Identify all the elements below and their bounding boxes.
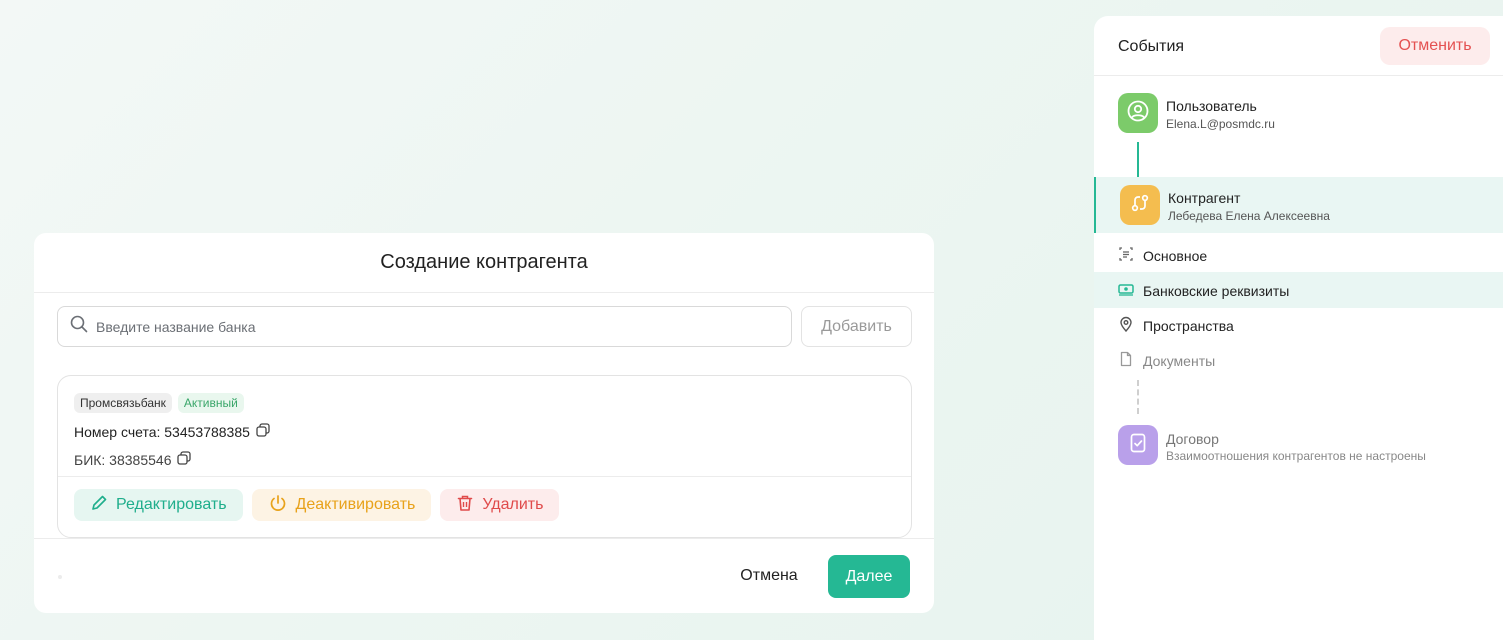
swap-icon (1128, 191, 1152, 220)
pencil-icon (90, 494, 108, 517)
nav-item-main-label: Основное (1143, 247, 1208, 264)
search-icon (70, 315, 88, 338)
sidebar-title: События (1118, 38, 1185, 55)
user-icon (1126, 99, 1150, 128)
nav-item-bank-label: Банковские реквизиты (1143, 282, 1290, 299)
money-icon (1118, 281, 1134, 300)
contract-avatar (1118, 425, 1158, 465)
counterparty-avatar (1120, 185, 1160, 225)
delete-label: Удалить (482, 496, 544, 513)
power-icon (268, 493, 288, 518)
card-divider (58, 476, 911, 477)
bank-name-badge: Промсвязьбанк (74, 393, 172, 413)
bank-search-row: Добавить (57, 306, 912, 347)
copy-icon[interactable] (177, 451, 192, 468)
bank-card: Промсвязьбанк Активный Номер счета: 5345… (57, 375, 912, 538)
counterparty-name: Лебедева Елена Алексеевна (1168, 209, 1330, 223)
edit-label: Редактировать (116, 496, 227, 513)
contract-event-label: Договор (1166, 431, 1219, 447)
document-check-icon (1126, 431, 1150, 460)
events-sidebar: События Отменить Пользователь Elena.L@po… (1094, 16, 1503, 640)
bank-card-actions: Редактировать Деактивировать Удалить (74, 489, 560, 521)
timeline-connector (1137, 142, 1139, 179)
file-icon (1118, 351, 1134, 370)
bik-row: БИК: 38385546 (74, 451, 192, 468)
nav-item-spaces-label: Пространства (1143, 317, 1234, 334)
nav-item-main[interactable]: Основное (1118, 246, 1207, 265)
nav-item-documents-label: Документы (1143, 352, 1216, 369)
cancel-button[interactable]: Отмена (724, 555, 814, 597)
list-icon (1118, 246, 1134, 265)
user-email: Elena.L@posmdc.ru (1166, 117, 1275, 131)
edit-button[interactable]: Редактировать (74, 489, 243, 521)
footer-dot (58, 575, 62, 579)
map-pin-icon (1118, 316, 1134, 335)
deactivate-label: Деактивировать (295, 496, 416, 513)
create-counterparty-modal: Создание контрагента Добавить Промсвязьб… (34, 233, 934, 613)
footer-divider (34, 538, 934, 539)
counterparty-event-label: Контрагент (1168, 190, 1241, 206)
deactivate-button[interactable]: Деактивировать (251, 489, 432, 521)
delete-button[interactable]: Удалить (440, 489, 560, 521)
next-button[interactable]: Далее (828, 555, 910, 598)
bank-search-box[interactable] (57, 306, 792, 347)
timeline-dashed-connector (1137, 380, 1139, 414)
user-avatar (1118, 93, 1158, 133)
nav-item-bank[interactable]: Банковские реквизиты (1118, 281, 1289, 300)
trash-icon (456, 494, 474, 517)
add-bank-button[interactable]: Добавить (801, 306, 912, 347)
sidebar-header: События Отменить (1094, 16, 1503, 76)
account-number-row: Номер счета: 53453788385 (74, 423, 270, 440)
nav-item-spaces[interactable]: Пространства (1118, 316, 1234, 335)
bank-badges: Промсвязьбанк Активный (74, 393, 244, 413)
nav-item-documents[interactable]: Документы (1118, 351, 1215, 370)
modal-title: Создание контрагента (34, 233, 934, 293)
copy-icon[interactable] (256, 423, 270, 440)
account-number-text: Номер счета: 53453788385 (74, 423, 250, 440)
sidebar-cancel-button[interactable]: Отменить (1380, 27, 1490, 65)
status-badge: Активный (177, 393, 244, 413)
user-event-label: Пользователь (1166, 98, 1257, 114)
bik-text: БИК: 38385546 (74, 451, 172, 468)
contract-note: Взаимоотношения контрагентов не настроен… (1166, 449, 1426, 463)
bank-search-input[interactable] (96, 318, 791, 335)
